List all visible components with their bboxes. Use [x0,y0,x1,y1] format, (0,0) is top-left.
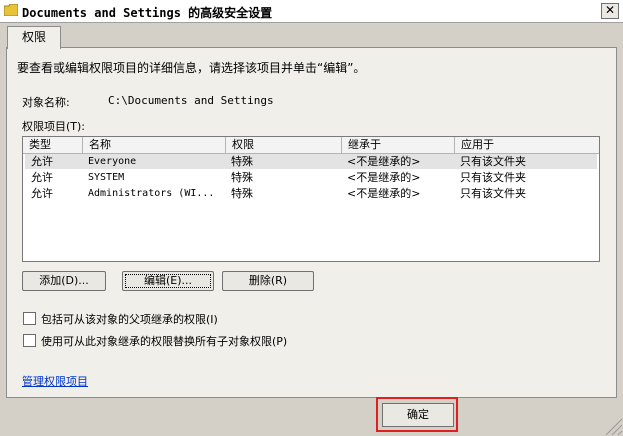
tab-permissions[interactable]: 权限 [7,26,61,49]
row-applies-to: 只有该文件夹 [460,171,526,184]
include-inheritable-checkbox[interactable] [23,312,36,325]
row-inherited-from: <不是继承的> [347,171,421,184]
close-icon: ✕ [604,3,616,17]
row-applies-to: 只有该文件夹 [460,187,526,200]
row-type: 允许 [31,187,53,200]
row-permission: 特殊 [231,155,253,168]
close-button[interactable]: ✕ [601,3,619,19]
column-header-permission[interactable]: 权限 [226,137,342,153]
highlight-box [376,397,458,432]
replace-child-permissions-label: 使用可从此对象继承的权限替换所有子对象权限(P) [41,335,288,348]
list-row[interactable]: 允许 Administrators (WI... 特殊 <不是继承的> 只有该文… [25,186,597,201]
row-permission: 特殊 [231,171,253,184]
row-name: Everyone [88,156,137,167]
title-bar: Documents and Settings 的高级安全设置 ✕ [0,0,623,23]
row-type: 允许 [31,171,53,184]
row-applies-to: 只有该文件夹 [460,155,526,168]
column-header-inherited-from[interactable]: 继承于 [342,137,455,153]
row-inherited-from: <不是继承的> [347,187,421,200]
list-row[interactable]: 允许 SYSTEM 特殊 <不是继承的> 只有该文件夹 [25,170,597,185]
manage-permissions-link[interactable]: 管理权限项目 [22,373,88,389]
include-inheritable-label: 包括可从该对象的父项继承的权限(I) [41,313,218,326]
object-name-label: 对象名称: [22,96,70,109]
remove-button[interactable]: 删除(R) [222,271,314,291]
replace-child-permissions-checkbox[interactable] [23,334,36,347]
row-type: 允许 [31,155,53,168]
column-header-applies-to[interactable]: 应用于 [455,137,599,153]
description-text: 要查看或编辑权限项目的详细信息，请选择该项目并单击“编辑”。 [17,61,366,75]
column-header-name[interactable]: 名称 [83,137,226,153]
row-name: Administrators (WI... [88,188,215,199]
folder-icon [4,4,18,16]
permission-entries-label: 权限项目(T): [22,120,86,133]
object-name-value: C:\Documents and Settings [108,94,274,107]
add-button[interactable]: 添加(D)... [22,271,106,291]
resize-grip-icon[interactable] [598,408,623,436]
edit-button[interactable]: 编辑(E)... [122,271,214,291]
window-title: Documents and Settings 的高级安全设置 [22,6,273,20]
list-header: 类型 名称 权限 继承于 应用于 [23,137,599,154]
row-inherited-from: <不是继承的> [347,155,421,168]
permission-entries-list[interactable]: 类型 名称 权限 继承于 应用于 允许 Everyone 特殊 <不是继承的> … [22,136,600,262]
column-header-type[interactable]: 类型 [23,137,83,153]
row-name: SYSTEM [88,172,125,183]
row-permission: 特殊 [231,187,253,200]
list-row[interactable]: 允许 Everyone 特殊 <不是继承的> 只有该文件夹 [25,154,597,169]
